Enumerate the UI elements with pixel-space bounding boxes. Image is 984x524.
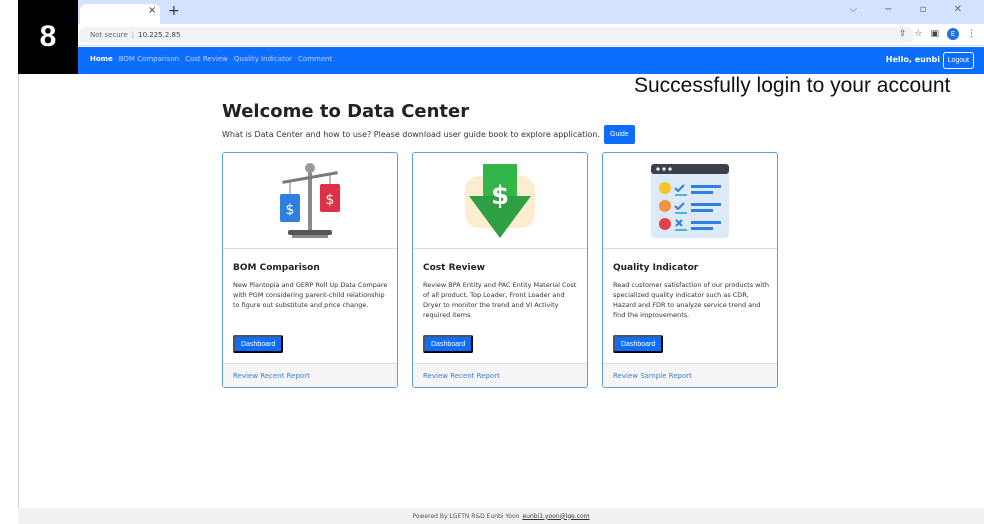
new-tab-icon[interactable]: + xyxy=(168,3,180,19)
svg-text:$: $ xyxy=(491,181,509,211)
address-bar: Not secure | 10.225.2.85 ⇪ ☆ ▣ E ⋮ xyxy=(18,24,984,46)
scale-price-tags-icon: $ $ xyxy=(280,162,340,238)
window-controls[interactable]: ⌵ − ▫ ✕ xyxy=(849,4,974,15)
footer-email-link[interactable]: eunbi1.yoon@lge.com xyxy=(522,513,589,520)
not-secure-label: Not secure xyxy=(90,31,128,39)
top-navbar: Home BOM Comparison Cost Review Quality … xyxy=(18,47,984,74)
sidebar-icon[interactable]: ▣ xyxy=(930,29,939,39)
url-text: 10.225.2.85 xyxy=(138,31,181,39)
nav-comment[interactable]: Comment xyxy=(298,55,332,63)
card-bom-comparison: $ $ BOM Comparison New Plantopia and GER… xyxy=(222,152,398,388)
card-image: $ xyxy=(413,153,587,249)
svg-text:$: $ xyxy=(286,202,295,218)
profile-avatar-icon[interactable]: E xyxy=(947,28,959,40)
card-image xyxy=(603,153,777,249)
subtitle-text: What is Data Center and how to use? Plea… xyxy=(222,130,600,139)
guide-button[interactable]: Guide xyxy=(604,125,635,144)
card-title: Quality Indicator xyxy=(613,263,699,273)
card-footer: Review Sample Report xyxy=(603,363,777,387)
card-footer: Review Recent Report xyxy=(413,363,587,387)
page-subtitle: What is Data Center and how to use? Plea… xyxy=(222,125,635,144)
user-greeting: Hello, eunbi xyxy=(885,55,940,64)
menu-icon[interactable]: ⋮ xyxy=(967,29,976,39)
footer-text: Powered By LGETN R&D Eunbi Yoon xyxy=(412,512,520,520)
tab-strip: × + ⌵ − ▫ ✕ xyxy=(18,0,984,24)
tab-close-icon[interactable]: × xyxy=(148,5,156,16)
star-icon[interactable]: ☆ xyxy=(914,29,922,39)
nav-links: Home BOM Comparison Cost Review Quality … xyxy=(90,55,332,63)
quality-dashboard-button[interactable]: Dashboard xyxy=(613,335,664,353)
login-success-annotation: Successfully login to your account xyxy=(634,74,951,97)
nav-home[interactable]: Home xyxy=(90,55,113,63)
share-icon[interactable]: ⇪ xyxy=(899,29,907,39)
bom-review-report-link[interactable]: Review Recent Report xyxy=(233,372,310,380)
card-title: BOM Comparison xyxy=(233,263,320,273)
card-description: New Plantopia and GERP Roll Up Data Comp… xyxy=(233,281,388,309)
page-footer: Powered By LGETN R&D Eunbi Yoon eunbi1.y… xyxy=(18,508,984,524)
card-title: Cost Review xyxy=(423,263,485,273)
dollar-down-arrow-icon: $ xyxy=(465,163,535,238)
nav-quality-indicator[interactable]: Quality Indicator xyxy=(234,55,292,63)
url-field[interactable]: Not secure | 10.225.2.85 xyxy=(78,27,914,43)
card-footer: Review Recent Report xyxy=(223,363,397,387)
card-description: Read customer satisfaction of our produc… xyxy=(613,281,769,319)
cost-review-report-link[interactable]: Review Recent Report xyxy=(423,372,500,380)
step-number-badge: 8 xyxy=(18,0,78,74)
cost-dashboard-button[interactable]: Dashboard xyxy=(423,335,474,353)
card-quality-indicator: Quality Indicator Read customer satisfac… xyxy=(602,152,778,388)
quality-sample-report-link[interactable]: Review Sample Report xyxy=(613,372,692,380)
svg-text:$: $ xyxy=(326,192,335,208)
logout-button[interactable]: Logout xyxy=(942,52,974,69)
bom-dashboard-button[interactable]: Dashboard xyxy=(233,335,284,353)
card-description: Review BPA Entity and PAC Entity Materia… xyxy=(423,281,577,319)
nav-cost-review[interactable]: Cost Review xyxy=(185,55,228,63)
card-image: $ $ xyxy=(223,153,397,249)
card-cost-review: $ Cost Review Review BPA Entity and PAC … xyxy=(412,152,588,388)
page-title: Welcome to Data Center xyxy=(222,101,470,122)
satisfaction-survey-icon xyxy=(651,163,729,238)
nav-bom-comparison[interactable]: BOM Comparison xyxy=(119,55,179,63)
browser-toolbar-icons: ⇪ ☆ ▣ E ⋮ xyxy=(899,28,976,40)
url-separator: | xyxy=(131,31,135,39)
